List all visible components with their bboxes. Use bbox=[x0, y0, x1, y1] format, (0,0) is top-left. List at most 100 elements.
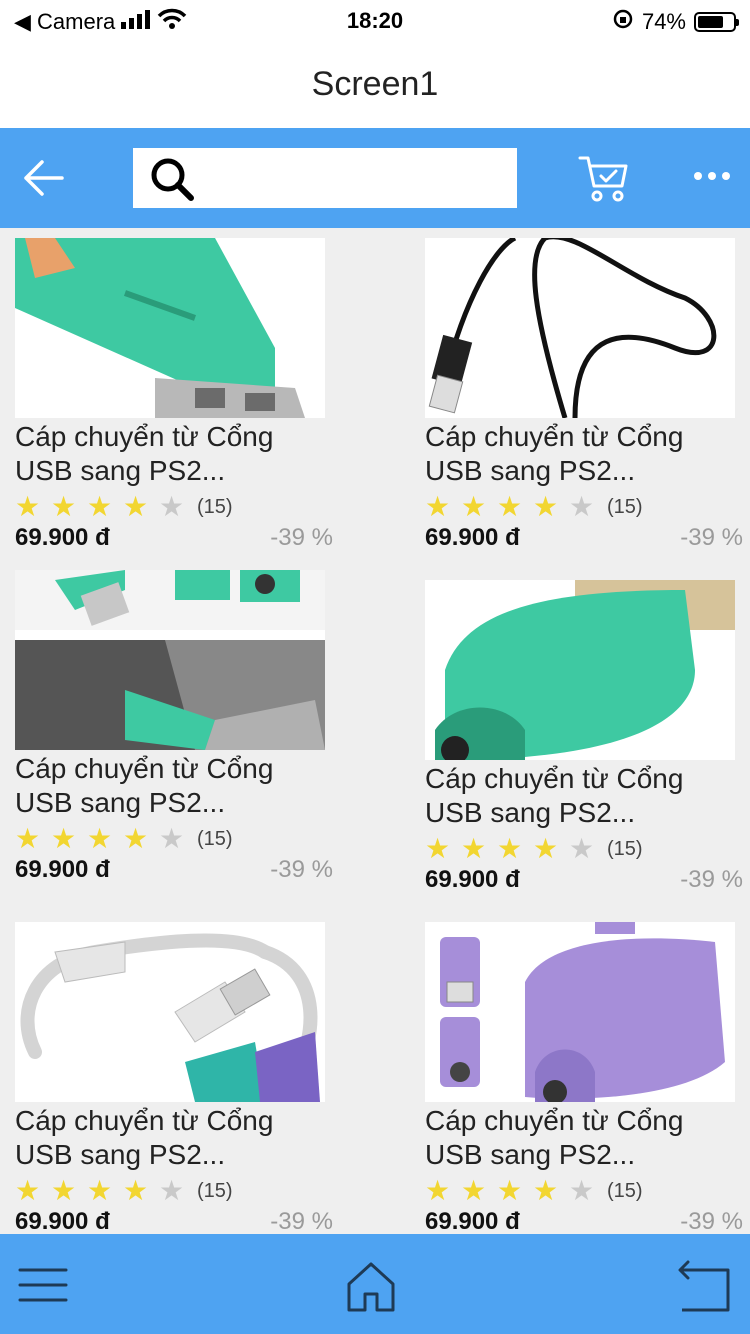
star-icon: ★ bbox=[497, 833, 523, 864]
star-icon: ★ bbox=[123, 491, 149, 522]
menu-icon bbox=[18, 1268, 68, 1302]
star-icon: ★ bbox=[87, 1175, 113, 1206]
product-rating: ★ ★ ★ ★ ★ (15) bbox=[15, 1176, 335, 1206]
star-icon: ★ bbox=[533, 491, 559, 522]
star-icon: ★ bbox=[533, 1175, 559, 1206]
home-button[interactable] bbox=[345, 1260, 397, 1314]
product-name-line2: USB sang PS2... bbox=[15, 455, 226, 486]
review-count: (15) bbox=[197, 495, 233, 518]
product-name-line1: Cáp chuyển từ Cổng bbox=[15, 421, 274, 452]
product-name-line1: Cáp chuyển từ Cổng bbox=[425, 421, 684, 452]
star-icon: ★ bbox=[15, 491, 41, 522]
star-empty-icon: ★ bbox=[159, 491, 185, 522]
product-name-line2: USB sang PS2... bbox=[425, 455, 636, 486]
star-icon: ★ bbox=[461, 1175, 487, 1206]
product-discount: -39 % bbox=[680, 1208, 743, 1235]
product-discount: -39 % bbox=[270, 524, 333, 551]
product-price: 69.900 đ bbox=[425, 866, 520, 893]
product-price: 69.900 đ bbox=[425, 1208, 520, 1235]
product-name-line2: USB sang PS2... bbox=[15, 787, 226, 818]
product-card[interactable]: Cáp chuyển từ Cổng USB sang PS2... ★ ★ ★… bbox=[15, 570, 335, 886]
arrow-left-icon bbox=[24, 160, 64, 196]
status-bar: ◀ Camera 18:20 74% bbox=[0, 0, 750, 40]
return-button[interactable] bbox=[676, 1258, 732, 1314]
search-input[interactable] bbox=[205, 148, 509, 210]
toolbar bbox=[0, 128, 750, 228]
star-icon: ★ bbox=[497, 1175, 523, 1206]
cart-icon bbox=[578, 156, 628, 202]
bottom-nav bbox=[0, 1234, 750, 1334]
product-image[interactable] bbox=[425, 922, 735, 1102]
star-empty-icon: ★ bbox=[569, 833, 595, 864]
star-icon: ★ bbox=[461, 491, 487, 522]
star-icon: ★ bbox=[87, 823, 113, 854]
product-rating: ★ ★ ★ ★ ★ (15) bbox=[425, 492, 745, 522]
star-icon: ★ bbox=[497, 491, 523, 522]
product-name-line1: Cáp chuyển từ Cổng bbox=[425, 763, 684, 794]
home-icon bbox=[347, 1262, 395, 1312]
product-card[interactable]: Cáp chuyển từ Cổng USB sang PS2... ★ ★ ★… bbox=[15, 238, 335, 554]
product-rating: ★ ★ ★ ★ ★ (15) bbox=[425, 834, 745, 864]
review-count: (15) bbox=[607, 1179, 643, 1202]
star-icon: ★ bbox=[533, 833, 559, 864]
product-card[interactable]: Cáp chuyển từ Cổng USB sang PS2... ★ ★ ★… bbox=[425, 580, 745, 896]
more-button[interactable] bbox=[690, 166, 734, 186]
star-icon: ★ bbox=[51, 491, 77, 522]
product-name-line1: Cáp chuyển từ Cổng bbox=[425, 1105, 684, 1136]
review-count: (15) bbox=[197, 1179, 233, 1202]
battery-level bbox=[698, 16, 724, 28]
more-icon bbox=[694, 172, 730, 180]
product-rating: ★ ★ ★ ★ ★ (15) bbox=[15, 492, 335, 522]
product-name-line1: Cáp chuyển từ Cổng bbox=[15, 753, 274, 784]
product-discount: -39 % bbox=[680, 524, 743, 551]
review-count: (15) bbox=[197, 827, 233, 850]
product-discount: -39 % bbox=[680, 866, 743, 893]
review-count: (15) bbox=[607, 837, 643, 860]
star-icon: ★ bbox=[461, 833, 487, 864]
star-icon: ★ bbox=[425, 491, 451, 522]
star-icon: ★ bbox=[51, 823, 77, 854]
product-price: 69.900 đ bbox=[425, 524, 520, 551]
product-card[interactable]: Cáp chuyển từ Cổng USB sang PS2... ★ ★ ★… bbox=[425, 238, 745, 554]
product-price: 69.900 đ bbox=[15, 524, 110, 551]
battery-icon bbox=[694, 12, 739, 32]
product-name-line1: Cáp chuyển từ Cổng bbox=[15, 1105, 274, 1136]
product-card[interactable]: Cáp chuyển từ Cổng USB sang PS2... ★ ★ ★… bbox=[15, 922, 335, 1238]
rotation-lock-icon bbox=[612, 8, 634, 36]
star-empty-icon: ★ bbox=[159, 823, 185, 854]
star-icon: ★ bbox=[123, 823, 149, 854]
search-icon[interactable] bbox=[147, 156, 197, 202]
star-empty-icon: ★ bbox=[569, 491, 595, 522]
menu-button[interactable] bbox=[18, 1266, 68, 1304]
product-image[interactable] bbox=[425, 580, 735, 760]
return-icon bbox=[678, 1260, 730, 1312]
product-discount: -39 % bbox=[270, 1208, 333, 1235]
star-icon: ★ bbox=[425, 833, 451, 864]
review-count: (15) bbox=[607, 495, 643, 518]
back-button[interactable] bbox=[22, 158, 66, 198]
product-grid: Cáp chuyển từ Cổng USB sang PS2... ★ ★ ★… bbox=[0, 228, 750, 1235]
product-rating: ★ ★ ★ ★ ★ (15) bbox=[425, 1176, 745, 1206]
product-price: 69.900 đ bbox=[15, 856, 110, 883]
product-image[interactable] bbox=[425, 238, 735, 418]
product-price: 69.900 đ bbox=[15, 1208, 110, 1235]
search-box[interactable] bbox=[133, 148, 517, 210]
page-title: Screen1 bbox=[0, 40, 750, 128]
cart-button[interactable] bbox=[578, 154, 630, 204]
star-icon: ★ bbox=[51, 1175, 77, 1206]
star-empty-icon: ★ bbox=[159, 1175, 185, 1206]
star-icon: ★ bbox=[15, 823, 41, 854]
star-empty-icon: ★ bbox=[569, 1175, 595, 1206]
product-card[interactable]: Cáp chuyển từ Cổng USB sang PS2... ★ ★ ★… bbox=[425, 922, 745, 1238]
product-image[interactable] bbox=[15, 570, 325, 750]
star-icon: ★ bbox=[123, 1175, 149, 1206]
product-discount: -39 % bbox=[270, 856, 333, 883]
product-image[interactable] bbox=[15, 238, 325, 418]
product-name-line2: USB sang PS2... bbox=[15, 1139, 226, 1170]
star-icon: ★ bbox=[87, 491, 113, 522]
product-image[interactable] bbox=[15, 922, 325, 1102]
product-name-line2: USB sang PS2... bbox=[425, 1139, 636, 1170]
product-name-line2: USB sang PS2... bbox=[425, 797, 636, 828]
product-rating: ★ ★ ★ ★ ★ (15) bbox=[15, 824, 335, 854]
battery-percent: 74% bbox=[641, 9, 686, 34]
